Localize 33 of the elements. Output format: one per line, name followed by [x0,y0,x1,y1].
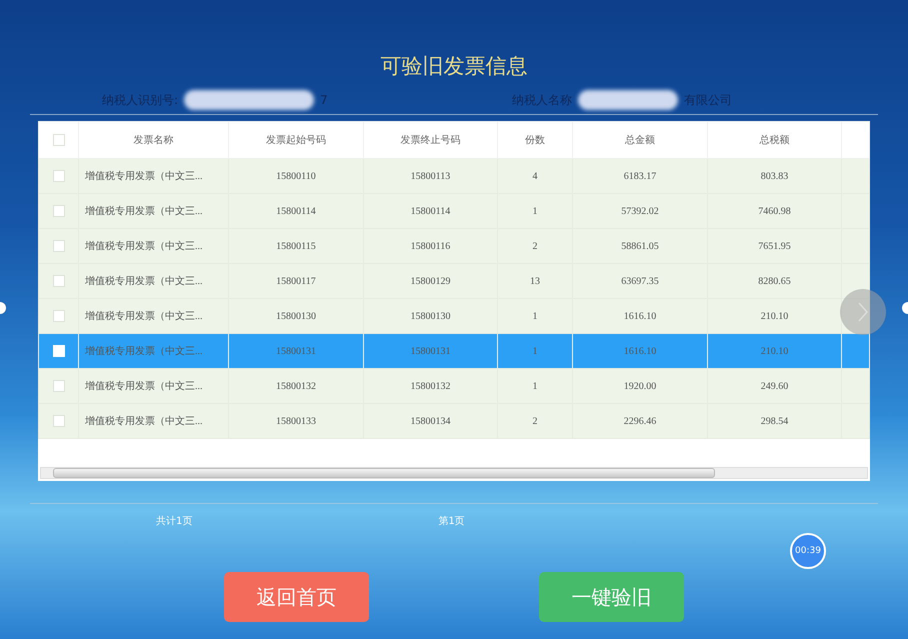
row-checkbox[interactable] [52,415,64,427]
taxpayer-name-value: 有限公司 [684,92,732,108]
table-cell: 增值税专用发票（中文三... [78,404,228,438]
taxpayer-id-label: 纳税人识别号: [102,92,178,108]
table-row[interactable]: 增值税专用发票（中文三... 15800110 15800113 4 6183.17 803.83 [38,158,870,194]
row-checkbox[interactable] [52,380,64,392]
row-checkbox[interactable] [52,240,64,252]
row-checkbox[interactable] [52,205,64,217]
countdown-timer: 00:39 [790,533,826,569]
row-checkbox[interactable] [52,275,64,287]
table-row[interactable]: 增值税专用发票（中文三... 15800133 15800134 2 2296.46 298.54 [38,404,870,438]
table-row[interactable]: 增值税专用发票（中文三... 15800130 15800130 1 1616.10 210.10 [38,298,870,334]
taxpayer-name-label: 纳税人名称 [512,92,572,108]
table-row[interactable]: 增值税专用发票（中文三... 15800132 15800132 1 1920.00 249.60 [38,368,870,404]
row-checkbox[interactable] [52,310,64,322]
taxpayer-id-value: 7 [320,93,328,107]
next-button[interactable] [840,289,886,335]
page-title: 可验旧发票信息 [380,53,528,80]
chevron-right-icon [857,301,869,323]
horizontal-scrollbar[interactable] [40,467,868,479]
table-cell: 2296.46 [572,404,708,438]
table-row[interactable]: 增值税专用发票（中文三... 15800114 15800114 1 57392.02 7460.98 [38,194,870,228]
table-row[interactable]: 增值税专用发票（中文三... 15800115 15800116 2 58861.05 7651.95 [38,228,870,264]
table-cell: 15800134 [364,404,498,438]
column-header: 发票名称 [78,122,228,158]
table-row[interactable]: 增值税专用发票（中文三... 15800117 15800129 13 63697.35 8280.65 [38,264,870,298]
row-checkbox[interactable] [52,170,64,182]
table-cell: 298.54 [708,404,842,438]
page-count: 共计1页 [156,514,192,528]
select-all-checkbox[interactable] [52,134,64,146]
table-cell: 15800133 [228,404,364,438]
current-page: 第1页 [438,515,465,528]
table-cell: 2 [498,404,572,438]
